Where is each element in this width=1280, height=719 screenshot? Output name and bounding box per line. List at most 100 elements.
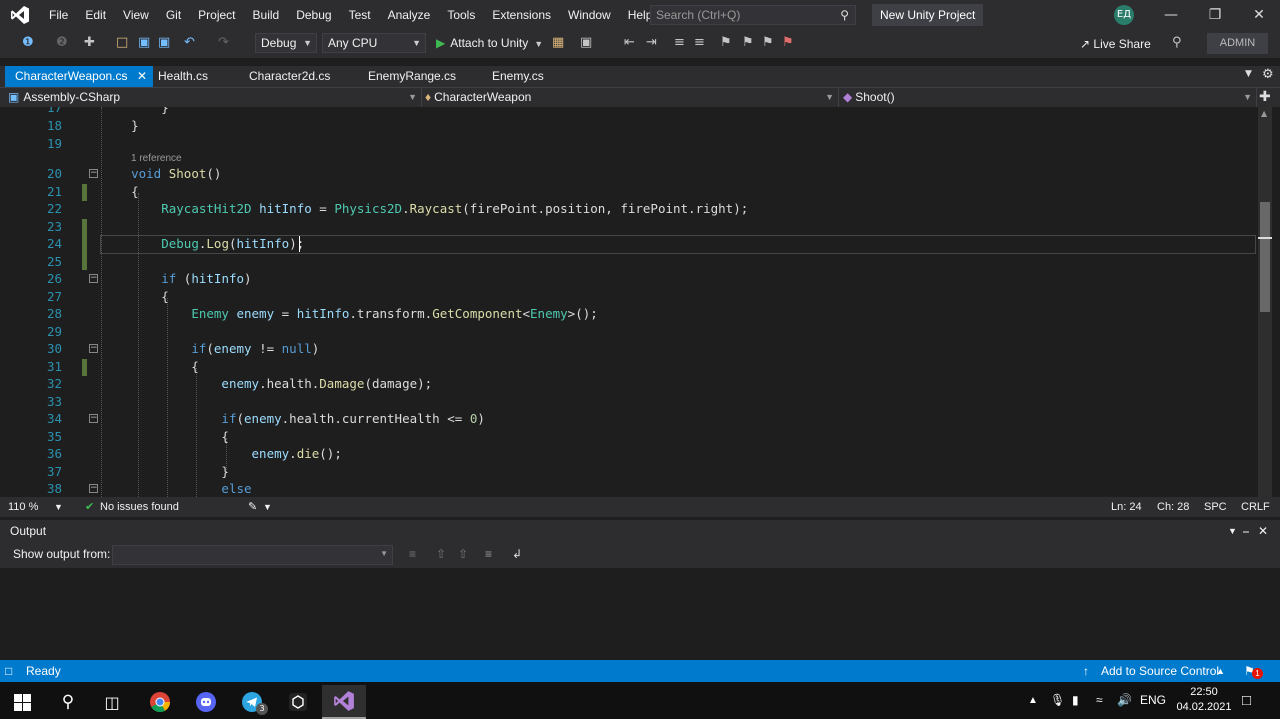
menu-git[interactable]: Git	[157, 0, 189, 30]
indent-mode[interactable]: SPC	[1204, 497, 1227, 517]
unity-icon[interactable]: ▦	[552, 35, 564, 51]
wifi-icon[interactable]: ≈	[1096, 682, 1103, 719]
platform-select[interactable]: Any CPU ▼	[322, 33, 426, 53]
configuration-select[interactable]: Debug ▼	[255, 33, 317, 53]
comment-icon[interactable]: ≡	[674, 35, 685, 51]
output-toolbar: Show output from: ▼ ≡ ⇧ ⇧ ≡ ↲	[0, 542, 1280, 568]
clear-bookmarks-icon[interactable]: ⚑	[782, 35, 794, 51]
admin-button[interactable]: ADMIN	[1207, 33, 1268, 54]
language-indicator[interactable]: ENG	[1140, 682, 1166, 719]
save-all-icon[interactable]: ▣	[158, 35, 170, 51]
tab-enemyrange[interactable]: EnemyRange.cs	[358, 66, 478, 87]
class-select[interactable]: ♦ CharacterWeapon ▼	[425, 88, 839, 107]
chevron-down-icon[interactable]: ▼	[54, 497, 63, 517]
line-ending[interactable]: CRLF	[1241, 497, 1270, 517]
forward-icon[interactable]: ❷	[56, 35, 68, 51]
zoom-select[interactable]: 110 %	[8, 497, 38, 517]
word-wrap-icon[interactable]: ↲	[512, 547, 522, 561]
menu-tools[interactable]: Tools	[438, 0, 483, 30]
output-source-select[interactable]: ▼	[112, 545, 393, 565]
discord-icon[interactable]	[184, 685, 228, 719]
new-project-icon[interactable]: ✚	[84, 35, 95, 51]
back-icon[interactable]: ❶	[22, 35, 34, 51]
live-share-button[interactable]: ↗ Live Share	[1080, 35, 1151, 53]
tab-enemy[interactable]: Enemy.cs	[482, 66, 572, 87]
collapse-icon[interactable]: −	[89, 274, 98, 283]
prev-message-icon[interactable]: ⇧	[436, 547, 446, 561]
collapse-icon[interactable]: −	[89, 414, 98, 423]
menu-extensions[interactable]: Extensions	[483, 0, 559, 30]
menu-edit[interactable]: Edit	[76, 0, 114, 30]
add-to-source-control-button[interactable]: Add to Source Control	[1101, 660, 1219, 682]
tab-health[interactable]: Health.cs	[148, 66, 238, 87]
battery-icon[interactable]: ▮	[1072, 682, 1079, 719]
step-icon[interactable]: ⇤	[624, 35, 635, 51]
feedback-icon[interactable]: ⚲	[1172, 35, 1182, 51]
prev-bookmark-icon[interactable]: ⚑	[742, 35, 754, 51]
close-icon[interactable]: ✕	[1258, 520, 1268, 542]
next-message-icon[interactable]: ⇧	[458, 547, 468, 561]
clock[interactable]: 22:50 04.02.2021	[1172, 685, 1236, 715]
collapse-icon[interactable]: −	[89, 344, 98, 353]
clear-all-icon[interactable]: ≡	[485, 547, 492, 561]
avatar[interactable]: ЕД	[1114, 5, 1134, 25]
brush-icon[interactable]: ✎	[248, 497, 257, 517]
menu-build[interactable]: Build	[244, 0, 288, 30]
task-view-icon[interactable]: ◫	[90, 685, 134, 719]
scrollbar-thumb[interactable]	[1260, 202, 1270, 312]
notification-center-icon[interactable]: □	[1242, 682, 1251, 719]
menu-debug[interactable]: Debug	[287, 0, 339, 30]
tab-list-icon[interactable]: ▼	[1245, 69, 1252, 79]
minimize-icon[interactable]: —	[1160, 4, 1182, 26]
bookmark-icon[interactable]: ⚑	[720, 35, 732, 51]
chevron-up-icon[interactable]: ▲	[1216, 660, 1225, 682]
reference-codelens[interactable]: 1 reference	[131, 153, 182, 164]
screenshot-icon[interactable]: ▣	[580, 35, 592, 51]
menu-test[interactable]: Test	[340, 0, 379, 30]
windows-start-icon[interactable]	[0, 685, 44, 719]
member-select[interactable]: ◆ Shoot() ▼	[843, 88, 1257, 107]
search-input[interactable]: Search (Ctrl+Q) ⚲	[650, 5, 856, 25]
volume-icon[interactable]: 🔊	[1117, 682, 1132, 719]
search-icon[interactable]: ⚲	[46, 685, 90, 719]
step-over-icon[interactable]: ⇥	[646, 35, 657, 51]
collapse-icon[interactable]: −	[89, 484, 98, 493]
vertical-scrollbar[interactable]: ▲	[1258, 107, 1272, 497]
chevron-down-icon[interactable]: ▼	[263, 497, 272, 517]
menu-file[interactable]: File	[40, 0, 76, 30]
chevron-up-icon[interactable]: ▲	[1028, 682, 1038, 719]
settings-icon[interactable]: ⚙	[1262, 67, 1274, 82]
open-folder-icon[interactable]: □	[116, 35, 128, 51]
save-icon[interactable]: ▣	[138, 35, 150, 51]
tab-characterweapon[interactable]: CharacterWeapon.cs ⎯ ✕	[5, 66, 153, 87]
next-bookmark-icon[interactable]: ⚑	[762, 35, 774, 51]
redo-icon[interactable]: ↷	[218, 35, 229, 51]
pin-icon[interactable]: ⎯	[1243, 520, 1249, 542]
chevron-down-icon[interactable]: ▼	[1228, 520, 1237, 542]
collapse-icon[interactable]: −	[89, 169, 98, 178]
split-editor-icon[interactable]: ✚	[1259, 89, 1271, 105]
pin-icon[interactable]: ⎯	[122, 66, 127, 87]
attach-to-unity-button[interactable]: ▶ Attach to Unity ▼	[436, 33, 543, 53]
output-content[interactable]	[0, 568, 1280, 660]
chrome-icon[interactable]	[138, 685, 182, 719]
menu-analyze[interactable]: Analyze	[379, 0, 439, 30]
scroll-up-icon[interactable]: ▲	[1261, 109, 1267, 118]
undo-icon[interactable]: ↶	[184, 35, 195, 51]
project-select[interactable]: ▣ Assembly-CSharp ▼	[8, 88, 422, 107]
close-icon[interactable]: ✕	[1248, 4, 1270, 26]
restore-icon[interactable]: ❐	[1204, 4, 1226, 26]
tab-character2d[interactable]: Character2d.cs	[239, 66, 351, 87]
menu-view[interactable]: View	[114, 0, 157, 30]
unity-hub-icon[interactable]	[276, 685, 320, 719]
microphone-icon[interactable]: 🎙	[1050, 682, 1065, 719]
find-message-icon[interactable]: ≡	[409, 547, 416, 561]
uncomment-icon[interactable]: ≡	[694, 35, 705, 51]
menu-project[interactable]: Project	[189, 0, 243, 30]
menu-window[interactable]: Window	[559, 0, 619, 30]
code-editor[interactable]: 1 reference 17 18 19 20 21 22 23 24 25 2…	[0, 107, 1258, 497]
close-icon[interactable]: ✕	[137, 66, 147, 87]
issues-label[interactable]: No issues found	[100, 497, 179, 517]
telegram-icon[interactable]: 3	[230, 685, 274, 719]
visual-studio-icon[interactable]	[322, 685, 366, 719]
